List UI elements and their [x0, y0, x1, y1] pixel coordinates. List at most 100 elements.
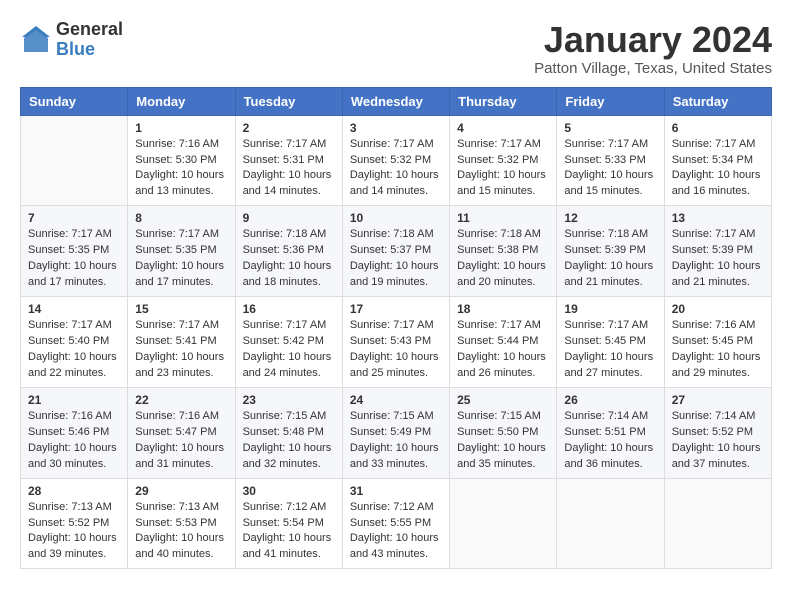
calendar-cell: 25Sunrise: 7:15 AMSunset: 5:50 PMDayligh…: [450, 387, 557, 478]
day-info: Sunrise: 7:15 AMSunset: 5:50 PMDaylight:…: [457, 409, 549, 473]
calendar-cell: 1 Sunrise: 7:16 AMSunset: 5:30 PMDaylight…: [128, 115, 235, 206]
day-info: Sunrise: 7:12 AMSunset: 5:54 PMDaylight:…: [243, 500, 335, 564]
calendar-cell: 8 Sunrise: 7:17 AMSunset: 5:35 PMDaylight…: [128, 206, 235, 297]
calendar-cell: 9 Sunrise: 7:18 AMSunset: 5:36 PMDaylight…: [235, 206, 342, 297]
day-info: Sunrise: 7:16 AMSunset: 5:47 PMDaylight:…: [135, 409, 227, 473]
calendar-cell: 21 Sunrise: 7:16 AMSunset: 5:46 PMDayligh…: [21, 387, 128, 478]
day-number: 15: [135, 302, 227, 316]
calendar-table: SundayMondayTuesdayWednesdayThursdayFrid…: [20, 87, 772, 570]
day-info: Sunrise: 7:14 AMSunset: 5:52 PMDaylight:…: [672, 409, 764, 473]
day-info: Sunrise: 7:18 AMSunset: 5:37 PMDaylight:…: [350, 227, 442, 291]
day-info: Sunrise: 7:14 AMSunset: 5:51 PMDaylight:…: [564, 409, 656, 473]
calendar-cell: 4Sunrise: 7:17 AMSunset: 5:32 PMDaylight…: [450, 115, 557, 206]
week-row-4: 21 Sunrise: 7:16 AMSunset: 5:46 PMDayligh…: [21, 387, 772, 478]
day-info: Sunrise: 7:18 AMSunset: 5:38 PMDaylight:…: [457, 227, 549, 291]
day-number: 3: [350, 121, 442, 135]
calendar-cell: 20 Sunrise: 7:16 AMSunset: 5:45 PMDayligh…: [664, 297, 771, 388]
title-area: January 2024 Patton Village, Texas, Unit…: [534, 20, 772, 77]
calendar-cell: 18 Sunrise: 7:17 AMSunset: 5:44 PMDayligh…: [450, 297, 557, 388]
day-info: Sunrise: 7:16 AMSunset: 5:30 PMDaylight:…: [135, 137, 227, 201]
day-number: 11: [457, 211, 549, 225]
day-info: Sunrise: 7:17 AMSunset: 5:34 PMDaylight:…: [672, 137, 764, 201]
logo-icon: [20, 24, 52, 56]
day-info: Sunrise: 7:17 AMSunset: 5:39 PMDaylight:…: [672, 227, 764, 291]
day-number: 12: [564, 211, 656, 225]
day-number: 20: [672, 302, 764, 316]
day-info: Sunrise: 7:17 AMSunset: 5:35 PMDaylight:…: [135, 227, 227, 291]
calendar-cell: 5 Sunrise: 7:17 AMSunset: 5:33 PMDaylight…: [557, 115, 664, 206]
day-number: 5: [564, 121, 656, 135]
weekday-header-row: SundayMondayTuesdayWednesdayThursdayFrid…: [21, 87, 772, 115]
day-info: Sunrise: 7:17 AMSunset: 5:32 PMDaylight:…: [350, 137, 442, 201]
calendar-cell: 14 Sunrise: 7:17 AMSunset: 5:40 PMDayligh…: [21, 297, 128, 388]
day-number: 19: [564, 302, 656, 316]
calendar-cell: 11 Sunrise: 7:18 AMSunset: 5:38 PMDayligh…: [450, 206, 557, 297]
calendar-cell: 2 Sunrise: 7:17 AMSunset: 5:31 PMDaylight…: [235, 115, 342, 206]
calendar-cell: 6 Sunrise: 7:17 AMSunset: 5:34 PMDaylight…: [664, 115, 771, 206]
day-number: 13: [672, 211, 764, 225]
day-info: Sunrise: 7:17 AMSunset: 5:41 PMDaylight:…: [135, 318, 227, 382]
day-info: Sunrise: 7:17 AMSunset: 5:42 PMDaylight:…: [243, 318, 335, 382]
week-row-2: 7Sunrise: 7:17 AMSunset: 5:35 PMDaylight…: [21, 206, 772, 297]
calendar-cell: 24 Sunrise: 7:15 AMSunset: 5:49 PMDayligh…: [342, 387, 449, 478]
calendar-cell: 22 Sunrise: 7:16 AMSunset: 5:47 PMDayligh…: [128, 387, 235, 478]
day-number: 1: [135, 121, 227, 135]
logo-blue: Blue: [56, 39, 95, 59]
day-number: 6: [672, 121, 764, 135]
calendar-cell: 12Sunrise: 7:18 AMSunset: 5:39 PMDayligh…: [557, 206, 664, 297]
day-number: 17: [350, 302, 442, 316]
day-info: Sunrise: 7:17 AMSunset: 5:33 PMDaylight:…: [564, 137, 656, 201]
day-number: 24: [350, 393, 442, 407]
calendar-cell: 29 Sunrise: 7:13 AMSunset: 5:53 PMDayligh…: [128, 478, 235, 569]
weekday-header-friday: Friday: [557, 87, 664, 115]
day-number: 26: [564, 393, 656, 407]
day-number: 30: [243, 484, 335, 498]
day-number: 16: [243, 302, 335, 316]
day-info: Sunrise: 7:17 AMSunset: 5:31 PMDaylight:…: [243, 137, 335, 201]
logo: General Blue: [20, 20, 123, 60]
day-info: Sunrise: 7:16 AMSunset: 5:46 PMDaylight:…: [28, 409, 120, 473]
calendar-cell: 15 Sunrise: 7:17 AMSunset: 5:41 PMDayligh…: [128, 297, 235, 388]
calendar-cell: 26 Sunrise: 7:14 AMSunset: 5:51 PMDayligh…: [557, 387, 664, 478]
day-info: Sunrise: 7:18 AMSunset: 5:36 PMDaylight:…: [243, 227, 335, 291]
day-number: 27: [672, 393, 764, 407]
page-header: General Blue January 2024 Patton Village…: [20, 20, 772, 77]
day-info: Sunrise: 7:13 AMSunset: 5:52 PMDaylight:…: [28, 500, 120, 564]
day-number: 2: [243, 121, 335, 135]
day-info: Sunrise: 7:15 AMSunset: 5:48 PMDaylight:…: [243, 409, 335, 473]
day-number: 14: [28, 302, 120, 316]
day-number: 31: [350, 484, 442, 498]
day-info: Sunrise: 7:17 AMSunset: 5:45 PMDaylight:…: [564, 318, 656, 382]
calendar-cell: 28Sunrise: 7:13 AMSunset: 5:52 PMDayligh…: [21, 478, 128, 569]
week-row-1: 1 Sunrise: 7:16 AMSunset: 5:30 PMDaylight…: [21, 115, 772, 206]
day-number: 18: [457, 302, 549, 316]
weekday-header-monday: Monday: [128, 87, 235, 115]
day-info: Sunrise: 7:13 AMSunset: 5:53 PMDaylight:…: [135, 500, 227, 564]
day-info: Sunrise: 7:17 AMSunset: 5:43 PMDaylight:…: [350, 318, 442, 382]
day-number: 4: [457, 121, 549, 135]
weekday-header-thursday: Thursday: [450, 87, 557, 115]
calendar-cell: 16 Sunrise: 7:17 AMSunset: 5:42 PMDayligh…: [235, 297, 342, 388]
day-info: Sunrise: 7:17 AMSunset: 5:40 PMDaylight:…: [28, 318, 120, 382]
calendar-cell: [21, 115, 128, 206]
day-info: Sunrise: 7:16 AMSunset: 5:45 PMDaylight:…: [672, 318, 764, 382]
week-row-3: 14 Sunrise: 7:17 AMSunset: 5:40 PMDayligh…: [21, 297, 772, 388]
logo-general: General: [56, 19, 123, 39]
weekday-header-tuesday: Tuesday: [235, 87, 342, 115]
day-info: Sunrise: 7:17 AMSunset: 5:35 PMDaylight:…: [28, 227, 120, 291]
calendar-cell: 30 Sunrise: 7:12 AMSunset: 5:54 PMDayligh…: [235, 478, 342, 569]
calendar-cell: 10 Sunrise: 7:18 AMSunset: 5:37 PMDayligh…: [342, 206, 449, 297]
calendar-cell: 23 Sunrise: 7:15 AMSunset: 5:48 PMDayligh…: [235, 387, 342, 478]
day-info: Sunrise: 7:17 AMSunset: 5:44 PMDaylight:…: [457, 318, 549, 382]
day-number: 29: [135, 484, 227, 498]
weekday-header-saturday: Saturday: [664, 87, 771, 115]
day-number: 9: [243, 211, 335, 225]
day-number: 22: [135, 393, 227, 407]
day-number: 21: [28, 393, 120, 407]
day-number: 23: [243, 393, 335, 407]
day-number: 8: [135, 211, 227, 225]
weekday-header-sunday: Sunday: [21, 87, 128, 115]
day-number: 10: [350, 211, 442, 225]
day-info: Sunrise: 7:15 AMSunset: 5:49 PMDaylight:…: [350, 409, 442, 473]
calendar-cell: 19 Sunrise: 7:17 AMSunset: 5:45 PMDayligh…: [557, 297, 664, 388]
